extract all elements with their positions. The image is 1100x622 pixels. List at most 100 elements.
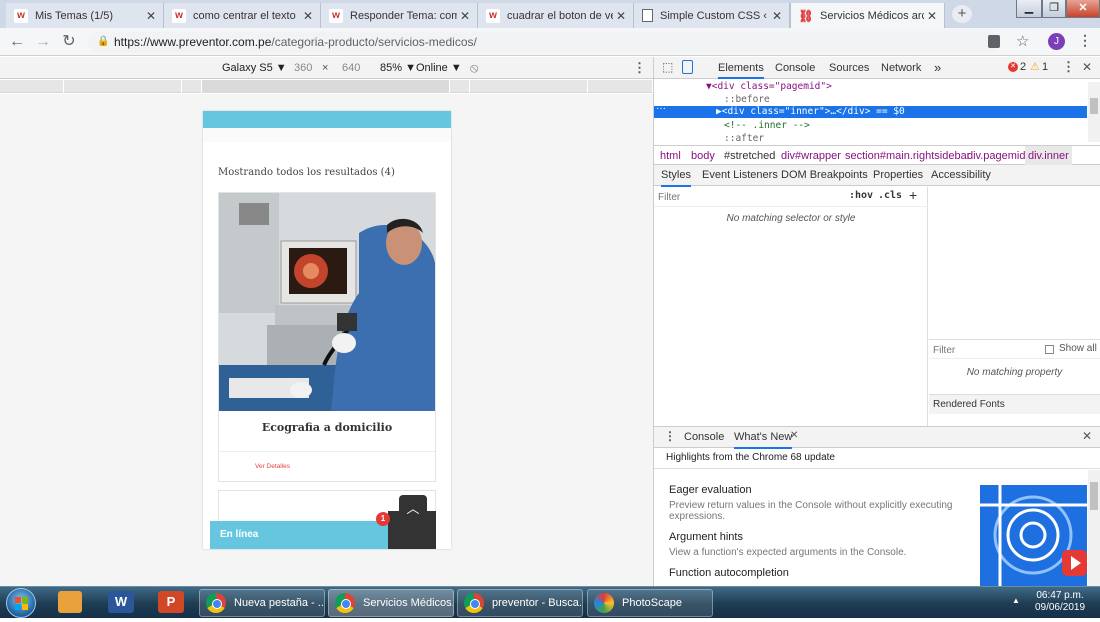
back-button[interactable]: ← — [6, 31, 28, 53]
breadcrumb-item[interactable]: section#main.rightsidebar — [845, 146, 970, 166]
device-select[interactable]: Galaxy S5 ▼ — [222, 57, 287, 79]
minimize-button[interactable]: ▁ — [1016, 0, 1042, 18]
warning-count[interactable]: 1 — [1042, 61, 1048, 73]
chat-widget[interactable]: En línea — [210, 521, 388, 549]
scrollbar[interactable] — [1088, 82, 1100, 142]
tab-network[interactable]: Network — [881, 57, 921, 79]
extension-icon[interactable] — [988, 35, 1000, 48]
device-mode-icon[interactable] — [682, 60, 693, 74]
dom-line[interactable]: ▼<div class="pagemid"> — [706, 81, 832, 92]
dom-line[interactable]: ::before — [724, 94, 770, 105]
zoom-select[interactable]: 85% ▼ — [380, 57, 416, 79]
media-query-segment[interactable] — [588, 80, 653, 93]
menu-icon[interactable]: ⋮ — [1078, 32, 1092, 49]
feature-title[interactable]: Function autocompletion — [669, 567, 789, 579]
tab-elements[interactable]: Elements — [718, 57, 764, 79]
devtools-menu-icon[interactable]: ⋮ — [1062, 59, 1075, 75]
details-link[interactable]: Ver Detalles — [255, 463, 290, 470]
product-image[interactable] — [219, 193, 435, 411]
scrollbar-thumb[interactable] — [1090, 482, 1098, 510]
close-devtools-icon[interactable]: ✕ — [1082, 60, 1092, 74]
media-player-icon[interactable] — [58, 591, 82, 613]
breadcrumb-item[interactable]: #stretched — [724, 146, 775, 166]
media-query-segment[interactable] — [470, 80, 588, 93]
close-icon[interactable]: ✕ — [924, 9, 940, 23]
media-query-segment[interactable] — [202, 80, 450, 93]
profile-avatar[interactable]: J — [1048, 33, 1065, 50]
product-title[interactable]: Ecografia a domicilio — [219, 421, 435, 434]
product-card[interactable]: Ecografia a domicilio Ver Detalles — [218, 192, 436, 482]
close-icon[interactable]: ✕ — [613, 9, 629, 23]
feature-title[interactable]: Argument hints — [669, 531, 743, 543]
inspect-icon[interactable]: ⬚ — [662, 60, 673, 74]
breadcrumb-item-current[interactable]: div.inner — [1025, 146, 1072, 166]
close-icon[interactable]: ✕ — [769, 9, 785, 23]
network-throttle-select[interactable]: Online ▼ — [416, 57, 462, 79]
clock[interactable]: 06:47 p.m. 09/06/2019 — [1030, 590, 1090, 614]
scrollbar-thumb[interactable] — [1090, 98, 1098, 114]
dom-comment[interactable]: <!-- .inner --> — [724, 120, 810, 131]
computed-filter-input[interactable] — [933, 343, 1033, 357]
tab-styles[interactable]: Styles — [661, 165, 691, 187]
breadcrumb-item[interactable]: div.pagemid — [967, 146, 1026, 166]
drawer-tab-console[interactable]: Console — [684, 427, 724, 449]
styles-filter-input[interactable] — [658, 190, 838, 204]
breadcrumb-item[interactable]: body — [691, 146, 715, 166]
new-style-rule-button[interactable]: + — [909, 187, 917, 203]
show-all-checkbox[interactable] — [1045, 345, 1054, 354]
device-width[interactable]: 360 — [294, 57, 312, 79]
taskbar-button[interactable]: PhotoScape — [587, 589, 713, 617]
cls-toggle[interactable]: .cls — [878, 190, 902, 201]
close-icon[interactable]: ✕ — [143, 9, 159, 23]
browser-tab-active[interactable]: ⛓ Servicios Médicos archiv ✕ — [790, 3, 945, 28]
browser-tab[interactable]: w cuadrar el boton de ver ✕ — [478, 3, 634, 28]
device-height[interactable]: 640 — [342, 57, 360, 79]
media-query-segment[interactable] — [0, 80, 64, 93]
tab-sources[interactable]: Sources — [829, 57, 869, 79]
tray-expand-icon[interactable]: ▲ — [1012, 596, 1020, 605]
dom-line-selected[interactable]: ··· ▶<div class="inner">…</div> == $0 — [654, 103, 1087, 118]
taskbar-button[interactable]: preventor - Busca... — [457, 589, 583, 617]
word-icon[interactable]: W — [108, 591, 134, 613]
tab-dom-breakpoints[interactable]: DOM Breakpoints — [781, 165, 868, 187]
error-count[interactable]: 2 — [1020, 61, 1026, 73]
browser-tab[interactable]: w Responder Tema: como ✕ — [321, 3, 478, 28]
rotate-icon[interactable]: ⦸ — [470, 57, 478, 79]
browser-tab[interactable]: Simple Custom CSS ‹ PR ✕ — [634, 3, 790, 28]
browser-tab[interactable]: w Mis Temas (1/5) ✕ — [6, 3, 164, 28]
breadcrumb-item[interactable]: div#wrapper — [781, 146, 841, 166]
mobile-page[interactable]: Mostrando todos los resultados (4) Ecogr… — [203, 111, 451, 549]
ellipsis-icon[interactable]: ··· — [656, 103, 666, 114]
scroll-top-button[interactable]: ︿ — [399, 495, 427, 523]
rendered-fonts-section[interactable]: Rendered Fonts — [929, 394, 1100, 414]
tab-console[interactable]: Console — [775, 57, 815, 79]
star-icon[interactable]: ☆ — [1016, 32, 1029, 50]
new-tab-button[interactable]: + — [952, 5, 972, 23]
close-icon[interactable]: ✕ — [457, 9, 473, 23]
media-query-segment[interactable] — [182, 80, 202, 93]
maximize-button[interactable]: ❐ — [1042, 0, 1066, 18]
browser-tab[interactable]: w como centrar el texto ✕ — [164, 3, 321, 28]
tab-accessibility[interactable]: Accessibility — [931, 165, 991, 187]
media-query-segment[interactable] — [64, 80, 182, 93]
taskbar-button-active[interactable]: Servicios Médicos... — [328, 589, 454, 617]
close-icon[interactable]: ✕ — [300, 9, 316, 23]
scrollbar[interactable] — [1088, 470, 1100, 586]
breadcrumb-item[interactable]: html — [660, 146, 681, 166]
reload-button[interactable]: ↻ — [58, 31, 80, 53]
feature-video-thumbnail[interactable] — [980, 485, 1087, 586]
device-menu-icon[interactable]: ⋮ — [633, 57, 646, 79]
dom-line[interactable]: ::after — [724, 133, 764, 144]
close-tab-icon[interactable]: ✕ — [790, 430, 798, 441]
hov-toggle[interactable]: :hov — [849, 190, 873, 201]
address-bar[interactable]: 🔒 https://www.preventor.com.pe/categoria… — [88, 31, 1000, 53]
drawer-tab-whats-new[interactable]: What's New — [734, 427, 793, 449]
drawer-menu-icon[interactable]: ⋮ — [664, 429, 676, 443]
tab-properties[interactable]: Properties — [873, 165, 923, 187]
window-close-button[interactable]: ✕ — [1066, 0, 1100, 18]
close-drawer-icon[interactable]: ✕ — [1082, 429, 1092, 443]
powerpoint-icon[interactable]: P — [158, 591, 184, 613]
feature-title[interactable]: Eager evaluation — [669, 484, 752, 496]
start-button[interactable] — [6, 588, 36, 618]
media-query-segment[interactable] — [450, 80, 470, 93]
